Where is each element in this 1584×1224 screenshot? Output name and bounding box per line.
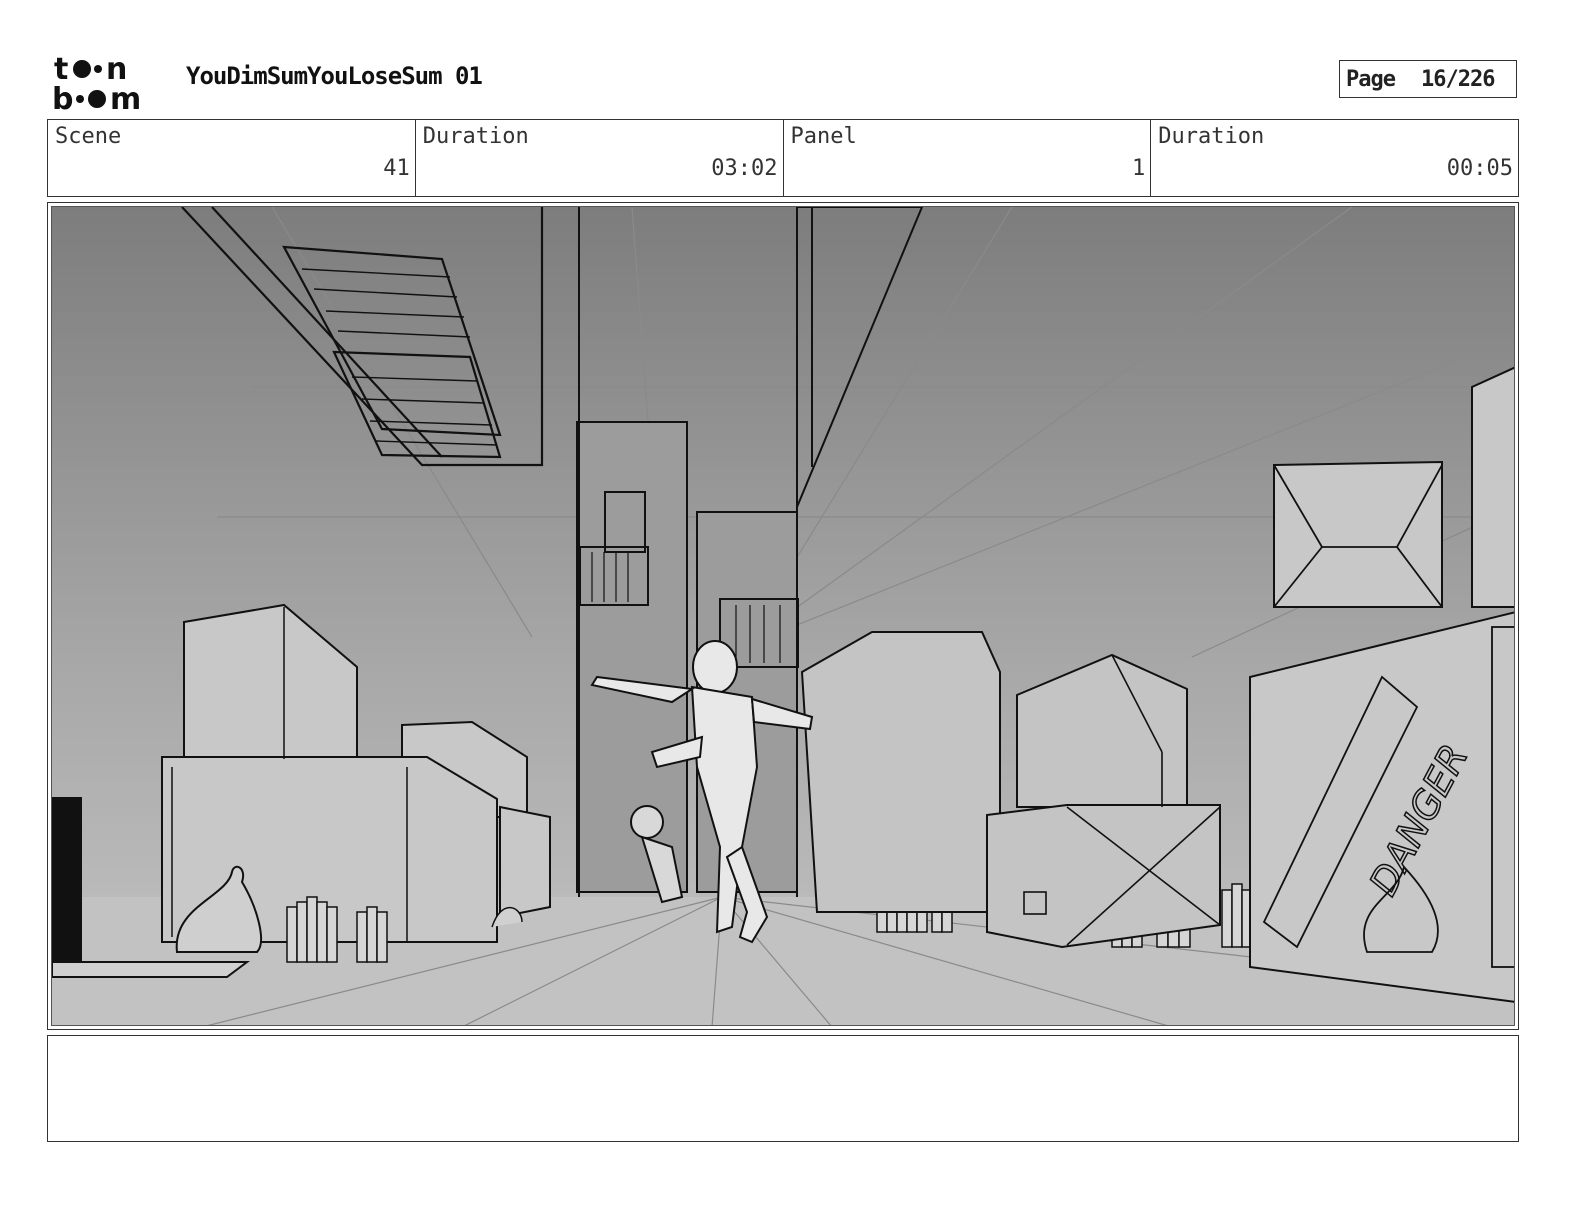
panel-value: 1 (1132, 156, 1146, 181)
panel-info-row: Scene 41 Duration 03:02 Panel 1 Duration… (47, 119, 1519, 197)
svg-text:b: b (52, 82, 73, 112)
scene-label: Scene (55, 124, 122, 149)
page-label: Page (1346, 66, 1396, 92)
scene-duration-cell: Duration 03:02 (416, 120, 784, 196)
panel-label: Panel (790, 124, 857, 149)
panel-notes-box (47, 1035, 1519, 1142)
panel-duration-cell: Duration 00:05 (1151, 120, 1518, 196)
scene-cell: Scene 41 (48, 120, 416, 196)
page-number: 16/226 (1420, 66, 1495, 92)
scene-duration-label: Duration (422, 124, 529, 149)
panel-cell: Panel 1 (784, 120, 1152, 196)
svg-text:m: m (110, 82, 141, 112)
toon-boom-logo: t n b m (52, 52, 141, 112)
scene-value: 41 (383, 156, 410, 181)
page-indicator: Page 16/226 (1339, 60, 1517, 98)
document-title: YouDimSumYouLoseSum 01 (186, 62, 483, 90)
panel-duration-value: 00:05 (1446, 156, 1513, 181)
alley-sketch: DANGER (52, 207, 1514, 1025)
scene-duration-value: 03:02 (711, 156, 778, 181)
panel-duration-label: Duration (1158, 124, 1265, 149)
storyboard-panel-image: DANGER (51, 206, 1515, 1026)
